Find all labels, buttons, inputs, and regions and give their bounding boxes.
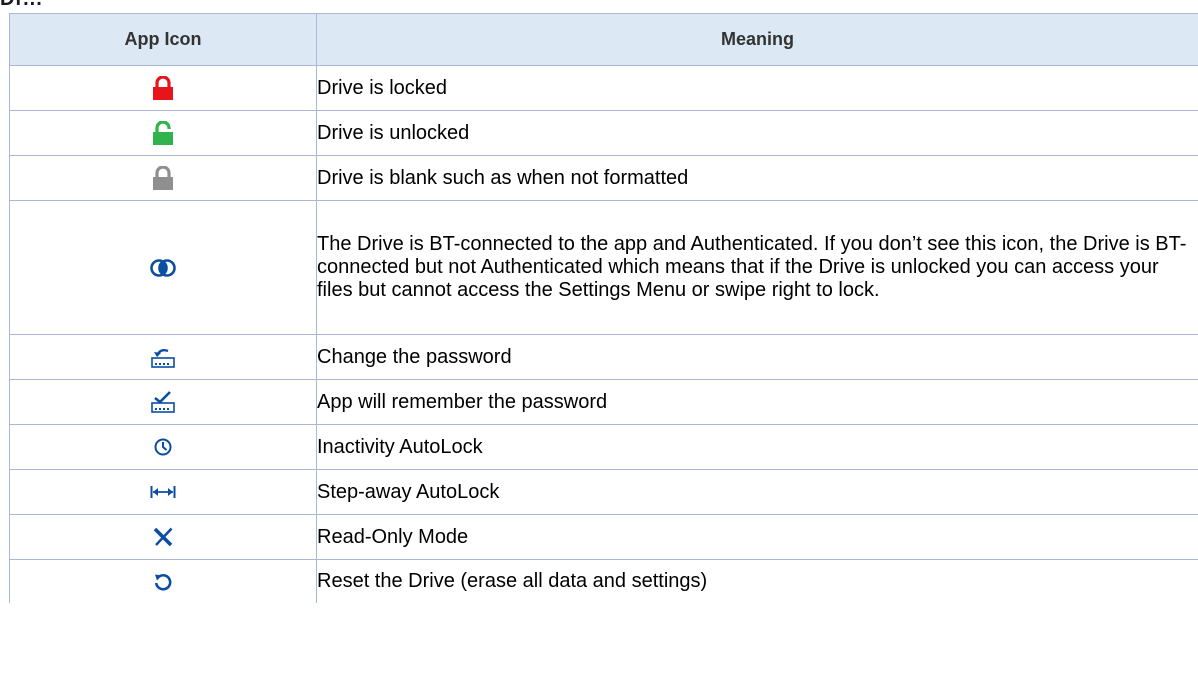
reset-icon [153,572,173,592]
icon-cell [9,559,317,603]
icon-cell [9,200,317,335]
app-icon-table: App Icon Meaning Drive is locked Drive i… [9,13,1198,603]
unlock-icon [152,120,174,145]
meaning-cell: Drive is blank such as when not formatte… [316,155,1198,201]
table-row: Inactivity AutoLock [9,424,1198,470]
column-header-app-icon: App Icon [9,13,317,66]
icon-cell [9,155,317,201]
lock-icon [152,75,174,100]
icon-cell [9,379,317,425]
meaning-cell: Reset the Drive (erase all data and sett… [316,559,1198,603]
table-row: The Drive is BT-connected to the app and… [9,200,1198,335]
table-row: Read-Only Mode [9,514,1198,560]
section-heading-fragment: Dr... [0,0,200,10]
table-row: Step-away AutoLock [9,469,1198,515]
icon-cell [9,334,317,380]
meaning-cell: App will remember the password [316,379,1198,425]
table-row: Change the password [9,334,1198,380]
icon-cell [9,110,317,156]
clock-icon [153,437,173,457]
table-row: Drive is unlocked [9,110,1198,156]
icon-cell [9,514,317,560]
icon-cell [9,424,317,470]
remember-password-icon [151,391,175,414]
read-only-icon [152,526,174,548]
authenticated-icon [150,258,176,278]
table-header-row: App Icon Meaning [9,13,1198,66]
table-row: Drive is blank such as when not formatte… [9,155,1198,201]
icon-cell [9,469,317,515]
meaning-cell: Read-Only Mode [316,514,1198,560]
table-row: Drive is locked [9,65,1198,111]
lock-icon [152,165,174,190]
step-away-icon [150,484,176,500]
table-row: App will remember the password [9,379,1198,425]
table-row: Reset the Drive (erase all data and sett… [9,559,1198,603]
column-header-meaning: Meaning [316,13,1198,66]
meaning-cell: Drive is locked [316,65,1198,111]
section-heading-text: Dr... [0,0,43,10]
meaning-cell: Drive is unlocked [316,110,1198,156]
change-password-icon [151,346,175,369]
meaning-cell: Inactivity AutoLock [316,424,1198,470]
meaning-cell: Change the password [316,334,1198,380]
meaning-cell: The Drive is BT-connected to the app and… [316,200,1198,335]
icon-cell [9,65,317,111]
meaning-cell: Step-away AutoLock [316,469,1198,515]
